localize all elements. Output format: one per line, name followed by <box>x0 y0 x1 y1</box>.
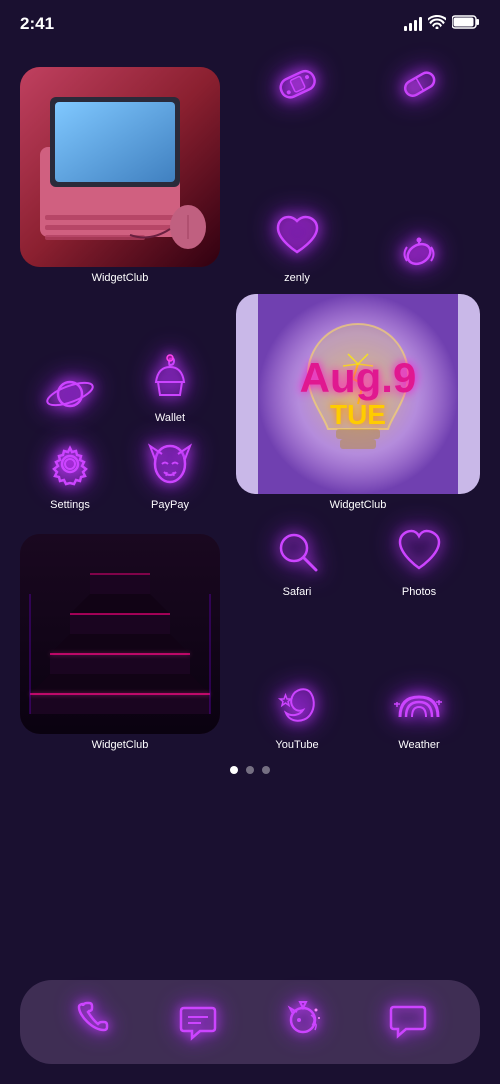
message-dock-item[interactable] <box>378 992 438 1052</box>
safari-label: Safari <box>283 586 312 598</box>
row2: Wallet Settings <box>20 294 480 511</box>
bandage-icon <box>267 54 327 114</box>
zenly-label: zenly <box>284 272 310 284</box>
saturn-icon <box>40 364 100 424</box>
photos-app[interactable]: Photos <box>389 521 449 598</box>
cupcake-icon <box>140 347 200 407</box>
dock <box>20 980 480 1064</box>
page-dots <box>0 766 500 774</box>
row3-right-top: Safari Photos <box>236 521 480 598</box>
weather-app[interactable]: Weather <box>389 674 449 751</box>
row1: WidgetClub <box>20 54 480 284</box>
phone-dock-item[interactable] <box>63 992 123 1052</box>
status-bar: 2:41 <box>0 0 500 44</box>
devil-icon <box>140 434 200 494</box>
calendar-date-display: Aug.9 TUE <box>300 357 417 431</box>
gear-icon <box>40 434 100 494</box>
wallet-app[interactable]: Wallet <box>140 347 200 424</box>
zenly-app[interactable]: zenly <box>267 207 327 284</box>
wallet-label: Wallet <box>155 412 185 424</box>
widgetclub1-widget[interactable]: WidgetClub <box>20 67 220 284</box>
unicorn-dock-item[interactable] <box>273 992 333 1052</box>
widgetclub1-label: WidgetClub <box>20 272 220 284</box>
paypay-label: PayPay <box>151 499 189 511</box>
candy-icon <box>389 224 449 284</box>
bandage-app[interactable] <box>267 54 327 114</box>
row3-right: Safari Photos <box>236 521 480 751</box>
youtube-label: YouTube <box>275 739 318 751</box>
status-time: 2:41 <box>20 14 54 34</box>
settings-app[interactable]: Settings <box>40 434 100 511</box>
row2-left-top: Wallet <box>20 347 220 424</box>
home-screen: WidgetClub <box>0 44 500 751</box>
shooting-star-icon <box>267 674 327 734</box>
signal-icon <box>404 17 422 31</box>
battery-icon <box>452 15 480 34</box>
row3-right-bottom: YouTube <box>236 674 480 751</box>
calendar-day: TUE <box>300 399 417 431</box>
widgetclub2-widget[interactable]: Aug.9 TUE WidgetClub <box>236 294 480 511</box>
heart-outline-icon <box>389 521 449 581</box>
widgetclub3-widget[interactable]: WidgetClub <box>20 534 220 751</box>
row1-right: zenly <box>236 54 480 284</box>
row1-right-bottom: zenly <box>236 207 480 284</box>
capsule-icon <box>389 54 449 114</box>
rainbow-icon <box>389 674 449 734</box>
candy-app[interactable] <box>389 207 449 284</box>
safari-app[interactable]: Safari <box>267 521 327 598</box>
weather-label: Weather <box>398 739 439 751</box>
row2-left: Wallet Settings <box>20 347 220 511</box>
capsule-app[interactable] <box>389 54 449 114</box>
page-dot-3[interactable] <box>262 766 270 774</box>
youtube-app[interactable]: YouTube <box>267 674 327 751</box>
widgetclub3-label: WidgetClub <box>20 739 220 751</box>
widgetclub2-label: WidgetClub <box>236 499 480 511</box>
photos-label: Photos <box>402 586 436 598</box>
settings-label: Settings <box>50 499 90 511</box>
chat-dock-item[interactable] <box>168 992 228 1052</box>
row1-right-top <box>236 54 480 114</box>
heart-neon-icon <box>267 207 327 267</box>
page-dot-1[interactable] <box>230 766 238 774</box>
row3: WidgetClub Safari <box>20 521 480 751</box>
page-dot-2[interactable] <box>246 766 254 774</box>
planet-app[interactable] <box>40 364 100 424</box>
paypay-app[interactable]: PayPay <box>140 434 200 511</box>
search-icon <box>267 521 327 581</box>
calendar-date: Aug.9 <box>300 357 417 399</box>
row2-left-bottom: Settings <box>20 434 220 511</box>
wifi-icon <box>428 15 446 33</box>
status-icons <box>404 15 480 34</box>
